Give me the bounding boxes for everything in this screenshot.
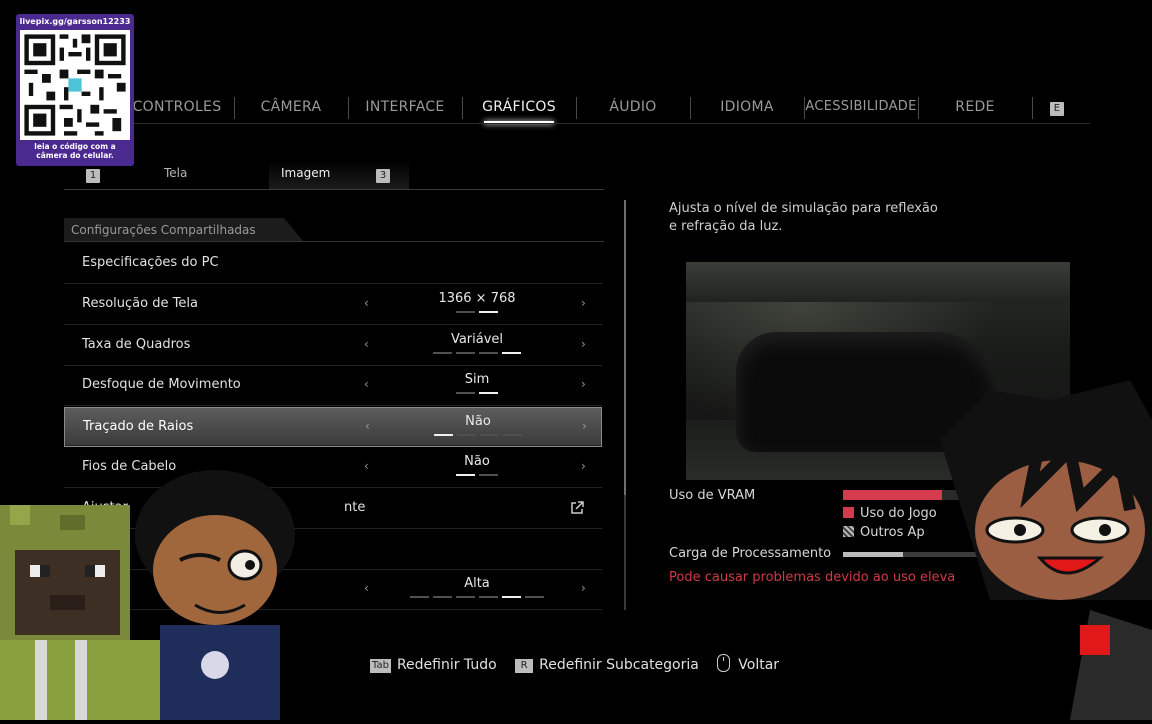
tab-audio[interactable]: ÁUDIO [576,92,690,122]
legend-swatch-other [843,526,854,537]
setting-value: Sim [464,372,490,388]
chevron-right-icon[interactable]: › [581,296,586,310]
warning-text: Pode causar problemas devido ao uso elev… [669,570,956,585]
next-subtab-key[interactable]: 3 [376,167,390,183]
level-indicator [407,474,547,476]
processing-load-label: Carga de Processamento [669,546,832,561]
setting-value: Não [464,454,490,469]
setting-label: Resolução de Tela [82,295,198,311]
mouse-icon [717,654,731,672]
level-indicator [407,351,547,354]
level-pip [410,596,429,599]
chevron-left-icon[interactable]: ‹ [364,377,369,391]
tab-bar-divider [120,123,1090,124]
vram-label: Uso de VRAM [669,488,756,503]
r-key-icon: R [515,659,534,673]
tab-graficos[interactable]: GRÁFICOS [462,92,576,124]
setting-label: Desfoque de Movimento [82,377,241,393]
cartoon-character-overlay [930,380,1152,720]
legend-other-apps: Outros Ap [843,525,925,540]
vram-bar-fill [843,490,942,500]
qr-caption: leia o código com a câmera do celular. [34,142,116,160]
tab-controles[interactable]: CONTROLES [120,92,234,122]
level-pip [456,351,475,354]
reset-all-hint[interactable]: Tab Redefinir Tudo [370,657,497,673]
button-hints: Tab Redefinir Tudo R Redefinir Subcategori… [370,654,793,676]
chevron-right-icon[interactable]: › [581,377,586,391]
tab-interface[interactable]: INTERFACE [348,92,462,122]
setting-label: Especificações do PC [82,255,219,270]
chevron-right-icon[interactable]: › [581,337,586,351]
prev-subtab-key[interactable]: 1 [86,167,100,183]
level-pip [479,310,498,313]
subtab-imagem[interactable]: Imagem [281,166,330,180]
setting-value: Variável [450,331,504,347]
level-indicator [407,392,547,395]
chevron-left-icon[interactable]: ‹ [364,581,369,595]
chevron-left-icon[interactable]: ‹ [364,296,369,310]
level-pip [480,434,499,437]
setting-value: Não [465,414,491,430]
cartoon-girl-overlay [120,465,300,720]
external-link-icon[interactable] [570,501,584,515]
sub-tab-bar: 1 Tela Imagem 3 [64,160,604,190]
level-indicator [408,434,548,437]
level-pip [456,392,475,395]
setting-value: 1366 × 768 [438,290,516,306]
level-pip [479,392,498,395]
section-title: Configurações Compartilhadas [71,223,256,237]
chevron-left-icon[interactable]: ‹ [365,419,370,433]
setting-label: Taxa de Quadros [82,336,191,352]
ray-tracing-row[interactable]: Traçado de Raios ‹ Não › [64,407,602,448]
scrollbar-thumb[interactable] [624,200,626,495]
level-pip [525,596,544,599]
setting-value: Alta [464,576,490,592]
pc-specs-row[interactable]: Especificações do PC [64,244,602,284]
level-indicator [407,310,547,313]
level-pip [502,351,521,354]
subtab-tela[interactable]: Tela [164,166,187,180]
tab-camera[interactable]: CÂMERA [234,92,348,122]
chevron-right-icon[interactable]: › [581,581,586,595]
resolution-row[interactable]: Resolução de Tela ‹ 1366 × 768 › [64,285,602,325]
tab-acessibilidade[interactable]: ACESSIBILIDADE [804,92,918,122]
level-pip [457,434,476,437]
level-pip [479,596,498,599]
qr-url: livepix.gg/garsson12233 [19,17,131,26]
tab-idioma[interactable]: IDIOMA [690,92,804,122]
chevron-left-icon[interactable]: ‹ [364,459,369,473]
frame-rate-row[interactable]: Taxa de Quadros ‹ Variável › [64,326,602,366]
level-indicator [407,596,547,599]
level-pip [502,596,521,599]
level-pip [479,474,498,476]
level-pip [456,596,475,599]
section-header: Configurações Compartilhadas [64,218,604,242]
chevron-left-icon[interactable]: ‹ [364,337,369,351]
legend-swatch-game [843,507,854,518]
chevron-right-icon[interactable]: › [581,459,586,473]
tab-key-icon: Tab [370,659,391,673]
top-tab-bar: CONTROLES CÂMERA INTERFACE GRÁFICOS ÁUDI… [120,92,1090,124]
reset-subcategory-hint[interactable]: R Redefinir Subcategoria [515,657,699,673]
level-pip [479,351,498,354]
level-pip [456,310,475,313]
level-pip [433,351,452,354]
qr-code-icon [20,30,130,140]
qr-donation-card: livepix.gg/garsson12233 leia o código co… [16,14,134,166]
setting-label: Traçado de Raios [83,419,194,435]
setting-label-suffix: nte [344,499,366,515]
legend-game-usage: Uso do Jogo [843,506,937,521]
processing-load-fill [843,552,903,557]
level-pip [503,434,522,437]
level-pip [434,434,453,437]
level-pip [456,474,475,476]
level-pip [433,596,452,599]
chevron-right-icon[interactable]: › [582,419,587,433]
next-tab-key[interactable]: E [1000,92,1114,122]
subtab-divider [64,189,604,190]
motion-blur-row[interactable]: Desfoque de Movimento ‹ Sim › [64,366,602,407]
setting-description: Ajusta o nível de simulação para reflexã… [669,201,938,234]
back-hint[interactable]: Voltar [717,654,779,673]
